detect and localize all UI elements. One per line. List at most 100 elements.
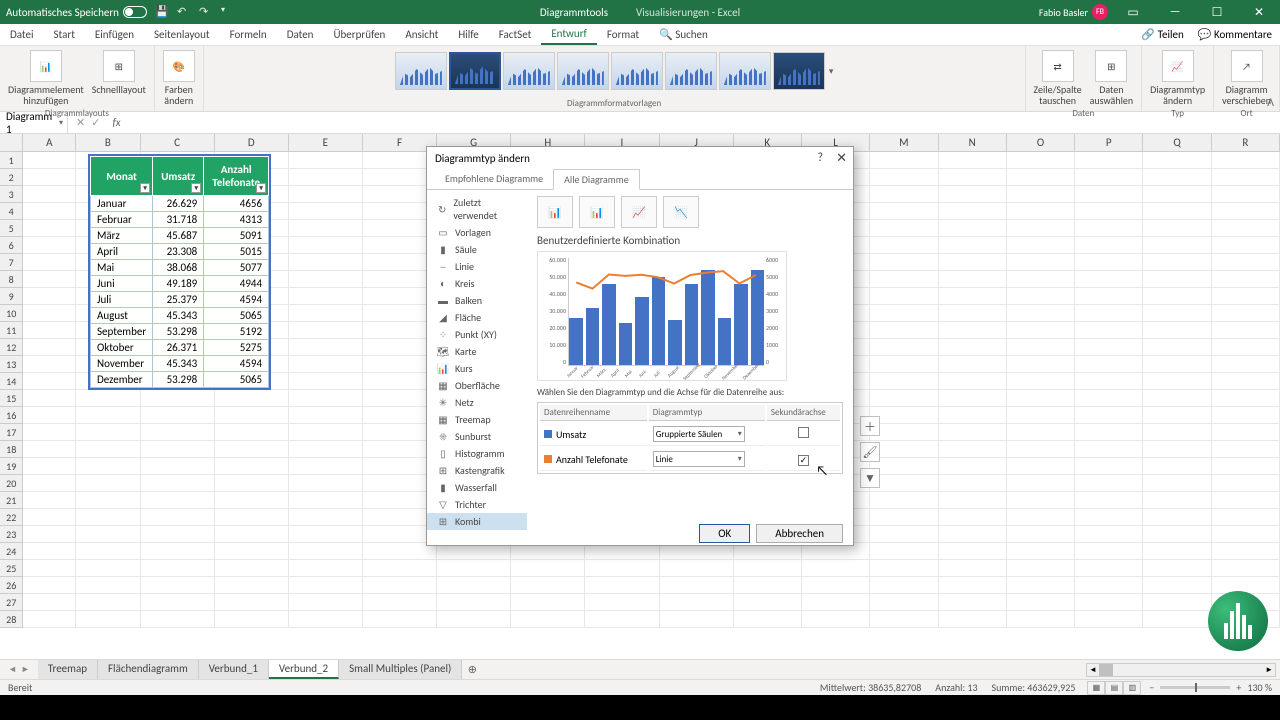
gallery-more-icon[interactable]: ▾ <box>829 66 834 77</box>
maximize-icon[interactable]: ☐ <box>1200 0 1234 24</box>
style-6[interactable] <box>665 52 717 90</box>
secondary-axis-checkbox[interactable]: ✓ <box>798 455 809 466</box>
change-chart-type-button[interactable]: 📈Diagrammtyp ändern <box>1148 48 1207 108</box>
combo-subtype-4[interactable]: 📉 <box>663 196 699 228</box>
table-header[interactable]: Umsatz▾ <box>153 157 204 196</box>
row-header[interactable]: 15 <box>0 390 23 407</box>
row-header[interactable]: 13 <box>0 356 23 373</box>
menu-hilfe[interactable]: Hilfe <box>448 24 488 45</box>
table-cell[interactable]: April <box>91 244 153 260</box>
menu-start[interactable]: Start <box>44 24 85 45</box>
zoom-out-icon[interactable]: − <box>1149 681 1154 694</box>
column-header[interactable]: A <box>23 134 76 152</box>
row-header[interactable]: 11 <box>0 322 23 339</box>
table-cell[interactable]: Juli <box>91 292 153 308</box>
table-cell[interactable]: November <box>91 356 153 372</box>
chart-type-item[interactable]: ▬Balken <box>427 292 527 309</box>
zoom-slider[interactable] <box>1160 686 1230 689</box>
chart-type-item[interactable]: ◢Fläche <box>427 309 527 326</box>
series-type-dropdown[interactable]: Gruppierte Säulen <box>653 426 745 442</box>
chart-style-gallery[interactable]: ▾ <box>391 48 838 94</box>
chart-type-item[interactable]: ⊞Kastengrafik <box>427 462 527 479</box>
zoom-level[interactable]: 130 % <box>1247 681 1272 694</box>
menu-formeln[interactable]: Formeln <box>220 24 277 45</box>
move-chart-button[interactable]: ↗Diagramm verschieben <box>1220 48 1273 108</box>
menu-ansicht[interactable]: Ansicht <box>395 24 448 45</box>
table-cell[interactable]: 49.189 <box>153 276 204 292</box>
style-2[interactable] <box>449 52 501 90</box>
row-header[interactable]: 6 <box>0 237 23 254</box>
chart-type-item[interactable]: ─Linie <box>427 258 527 275</box>
table-cell[interactable]: 5065 <box>204 372 269 388</box>
row-header[interactable]: 25 <box>0 560 23 577</box>
close-icon[interactable]: ✕ <box>1242 0 1276 24</box>
table-cell[interactable]: 26.629 <box>153 196 204 212</box>
column-header[interactable]: P <box>1075 134 1143 152</box>
row-header[interactable]: 23 <box>0 526 23 543</box>
share-button[interactable]: 🔗 Teilen <box>1141 28 1183 41</box>
chart-type-item[interactable]: ▦Oberfläche <box>427 377 527 394</box>
chart-elements-icon[interactable]: ＋ <box>860 416 880 436</box>
collapse-ribbon-icon[interactable]: ᐱ <box>1267 96 1274 109</box>
style-4[interactable] <box>557 52 609 90</box>
row-header[interactable]: 5 <box>0 220 23 237</box>
minimize-icon[interactable]: — <box>1158 0 1192 24</box>
combo-subtype-2[interactable]: 📊 <box>579 196 615 228</box>
row-header[interactable]: 1 <box>0 152 23 169</box>
chart-type-item[interactable]: ◐Kreis <box>427 275 527 292</box>
sheet-tab[interactable]: Flächendiagramm <box>98 660 199 679</box>
secondary-axis-checkbox[interactable] <box>798 427 809 438</box>
table-cell[interactable]: 5065 <box>204 308 269 324</box>
row-header[interactable]: 27 <box>0 594 23 611</box>
table-cell[interactable]: 4944 <box>204 276 269 292</box>
change-colors-button[interactable]: 🎨Farben ändern <box>161 48 197 108</box>
sheet-tab[interactable]: Verbund_1 <box>199 660 269 679</box>
select-data-button[interactable]: ⊞Daten auswählen <box>1088 48 1136 108</box>
dialog-close-icon[interactable]: ✕ <box>836 151 847 166</box>
ok-button[interactable]: OK <box>699 524 750 543</box>
menu-entwurf[interactable]: Entwurf <box>541 24 597 45</box>
table-cell[interactable]: Oktober <box>91 340 153 356</box>
chart-type-item[interactable]: ▮Wasserfall <box>427 479 527 496</box>
style-3[interactable] <box>503 52 555 90</box>
horizontal-scrollbar[interactable]: ◄► <box>1086 663 1276 677</box>
table-cell[interactable]: 26.371 <box>153 340 204 356</box>
tab-nav-prev[interactable]: ◄ <box>8 664 17 675</box>
row-header[interactable]: 7 <box>0 254 23 271</box>
menu-factset[interactable]: FactSet <box>489 24 542 45</box>
dialog-help-icon[interactable]: ? <box>817 151 823 165</box>
row-header[interactable]: 17 <box>0 424 23 441</box>
chart-type-item[interactable]: ✳Netz <box>427 394 527 411</box>
row-header[interactable]: 24 <box>0 543 23 560</box>
switch-row-col-button[interactable]: ⇄Zeile/Spalte tauschen <box>1032 48 1084 108</box>
column-header[interactable]: E <box>289 134 363 152</box>
autosave-toggle[interactable]: Automatisches Speichern <box>6 6 147 19</box>
sheet-tab[interactable]: Verbund_2 <box>269 660 339 679</box>
chart-filters-icon[interactable]: ▼ <box>860 468 880 488</box>
select-all-corner[interactable] <box>0 134 23 152</box>
qat-customize-icon[interactable]: ▾ <box>221 5 235 19</box>
chart-type-item[interactable]: ▯Histogramm <box>427 445 527 462</box>
style-1[interactable] <box>395 52 447 90</box>
table-cell[interactable]: 5091 <box>204 228 269 244</box>
table-cell[interactable]: 45.687 <box>153 228 204 244</box>
table-cell[interactable]: 5275 <box>204 340 269 356</box>
column-header[interactable]: O <box>1007 134 1075 152</box>
menu-format[interactable]: Format <box>597 24 649 45</box>
row-header[interactable]: 8 <box>0 271 23 288</box>
search-menu[interactable]: 🔍 Suchen <box>649 24 718 45</box>
column-header[interactable]: C <box>141 134 215 152</box>
table-cell[interactable]: 45.343 <box>153 308 204 324</box>
style-7[interactable] <box>719 52 771 90</box>
sheet-tab[interactable]: Treemap <box>38 660 98 679</box>
row-header[interactable]: 4 <box>0 203 23 220</box>
add-chart-element-button[interactable]: 📊Diagrammelement hinzufügen <box>6 48 86 108</box>
tab-nav-next[interactable]: ► <box>21 664 30 675</box>
row-header[interactable]: 19 <box>0 458 23 475</box>
chart-type-item[interactable]: ▽Trichter <box>427 496 527 513</box>
zoom-in-icon[interactable]: + <box>1236 681 1241 694</box>
table-cell[interactable]: Januar <box>91 196 153 212</box>
sheet-tab[interactable]: Small Multiples (Panel) <box>339 660 462 679</box>
table-cell[interactable]: Mai <box>91 260 153 276</box>
column-header[interactable]: M <box>870 134 938 152</box>
